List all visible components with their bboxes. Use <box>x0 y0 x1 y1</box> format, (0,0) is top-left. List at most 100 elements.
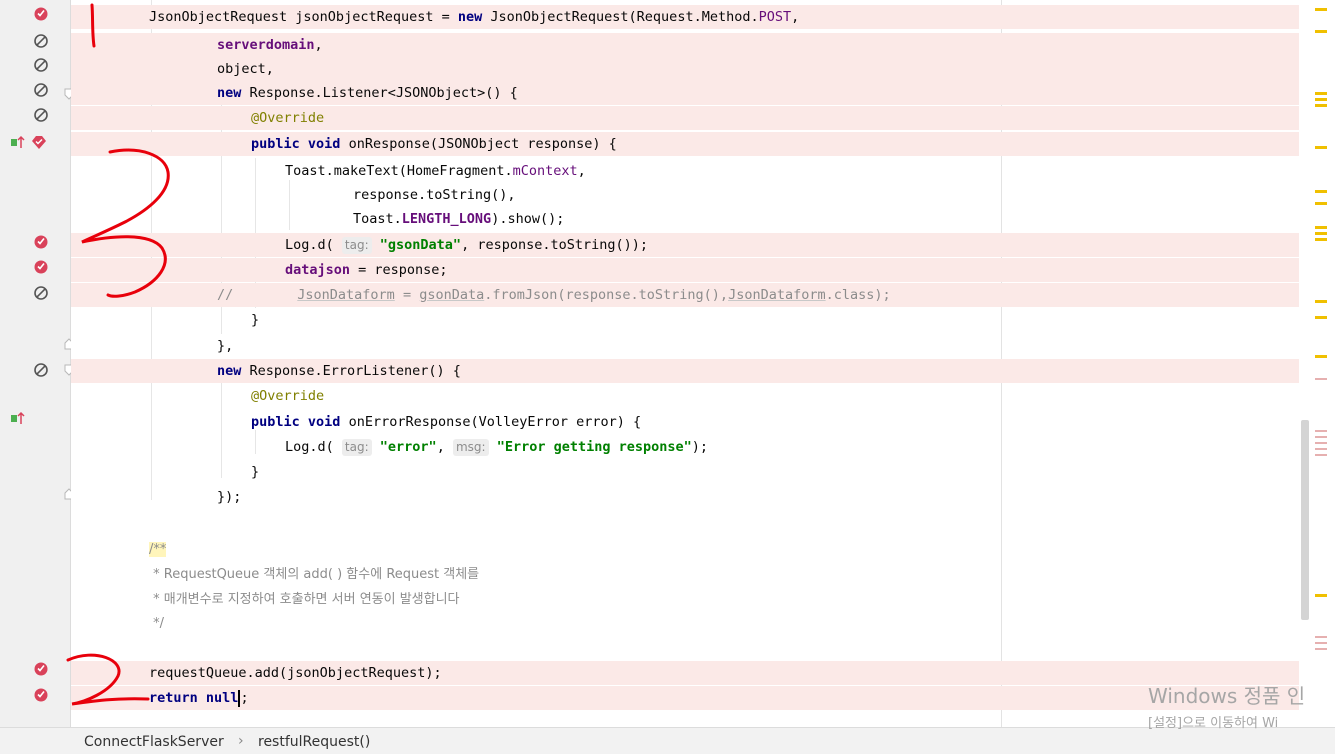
warning-marker[interactable] <box>1315 190 1327 193</box>
code-line-current[interactable]: return null; <box>71 686 1299 710</box>
code-line[interactable]: Log.d( tag: "error", msg: "Error getting… <box>71 435 1299 459</box>
annotation-text: @Override <box>251 110 325 126</box>
code-line[interactable]: Toast.makeText(HomeFragment.mContext, <box>71 159 1299 183</box>
override-up-arrow-icon[interactable] <box>10 410 26 426</box>
warning-marker[interactable] <box>1315 226 1327 229</box>
code-text: ; <box>240 690 249 706</box>
code-line[interactable]: Toast.LENGTH_LONG).show(); <box>71 207 1299 231</box>
code-line[interactable]: }); <box>71 485 1299 509</box>
breakpoint-verified-icon[interactable] <box>33 660 49 676</box>
code-keyword: return <box>149 690 198 706</box>
code-line[interactable]: // JsonDataform = gsonData.fromJson(respo… <box>71 283 1299 307</box>
code-annotation: @Override <box>251 108 324 128</box>
code-text: , <box>314 37 323 53</box>
error-stripe[interactable] <box>1299 0 1335 727</box>
breakpoint-marker[interactable] <box>1315 436 1327 438</box>
breakpoint-disabled-icon[interactable] <box>33 107 49 123</box>
breakpoint-verified-icon[interactable] <box>33 686 49 702</box>
code-line[interactable]: */ <box>71 612 1299 636</box>
parameter-hint: tag: <box>341 439 372 456</box>
activation-watermark-title: Windows 정품 인 <box>1148 684 1306 708</box>
breakpoint-marker[interactable] <box>1315 378 1327 380</box>
doc-comment: * 매개변수로 지정하여 호출하면 서버 연동이 발생합니다 <box>149 592 460 607</box>
code-line[interactable]: public void onErrorResponse(VolleyError … <box>71 410 1299 434</box>
code-keyword: public <box>251 136 300 152</box>
code-text: Response.Listener<JSONObject>() { <box>241 85 518 101</box>
code-line[interactable]: Log.d( tag: "gsonData", response.toStrin… <box>71 233 1299 257</box>
code-text: response.toString(), <box>353 187 516 203</box>
comment-text: gsonData <box>419 287 485 303</box>
parameter-hint: tag: <box>341 237 372 254</box>
code-field: serverdomain <box>217 37 315 53</box>
warning-marker[interactable] <box>1315 238 1327 241</box>
code-line[interactable]: requestQueue.add(jsonObjectRequest); <box>71 661 1299 685</box>
method-breakpoint-icon[interactable] <box>31 134 47 150</box>
code-line[interactable]: response.toString(), <box>71 183 1299 207</box>
warning-marker[interactable] <box>1315 202 1327 205</box>
code-text: }); <box>217 489 242 505</box>
scrollbar-thumb[interactable] <box>1301 420 1309 620</box>
code-line[interactable]: /** <box>71 537 1299 561</box>
breakpoint-marker[interactable] <box>1315 448 1327 450</box>
code-text: ); <box>691 439 709 455</box>
code-text: , <box>436 439 453 455</box>
code-line[interactable]: @Override <box>71 384 1299 408</box>
code-line[interactable]: @Override <box>71 106 1299 130</box>
override-up-arrow-icon[interactable] <box>10 134 26 150</box>
breakpoint-marker[interactable] <box>1315 442 1327 444</box>
breakpoint-verified-icon[interactable] <box>33 5 49 21</box>
warning-marker[interactable] <box>1315 104 1327 107</box>
breakpoint-marker[interactable] <box>1315 648 1327 650</box>
breadcrumb: ConnectFlaskServer › restfulRequest() <box>0 727 1335 754</box>
warning-marker[interactable] <box>1315 232 1327 235</box>
code-line[interactable]: JsonObjectRequest jsonObjectRequest = ne… <box>71 5 1299 29</box>
code-line[interactable]: new Response.Listener<JSONObject>() { <box>71 81 1299 105</box>
code-line[interactable]: object, <box>71 57 1299 81</box>
code-text: } <box>251 312 260 328</box>
code-keyword: public <box>251 414 300 430</box>
code-text: requestQueue.add(jsonObjectRequest); <box>149 665 442 681</box>
warning-marker[interactable] <box>1315 30 1327 33</box>
code-line[interactable]: public void onResponse(JSONObject respon… <box>71 132 1299 156</box>
code-keyword: new <box>217 85 242 101</box>
code-text: Log.d( <box>285 439 334 455</box>
code-line[interactable]: * 매개변수로 지정하여 호출하면 서버 연동이 발생합니다 <box>71 588 1299 612</box>
warning-marker[interactable] <box>1315 594 1327 597</box>
breakpoint-marker[interactable] <box>1315 636 1327 638</box>
breakpoint-disabled-icon[interactable] <box>33 82 49 98</box>
code-text: JsonObjectRequest(Request.Method. <box>482 9 759 25</box>
code-editor[interactable]: JsonObjectRequest jsonObjectRequest = ne… <box>71 0 1299 727</box>
code-line[interactable]: }, <box>71 334 1299 358</box>
warning-marker[interactable] <box>1315 300 1327 303</box>
breakpoint-disabled-icon[interactable] <box>33 285 49 301</box>
breakpoint-marker[interactable] <box>1315 454 1327 456</box>
warning-marker[interactable] <box>1315 8 1327 11</box>
warning-marker[interactable] <box>1315 355 1327 358</box>
warning-marker[interactable] <box>1315 146 1327 149</box>
code-line[interactable]: } <box>71 460 1299 484</box>
warning-marker[interactable] <box>1315 316 1327 319</box>
breakpoint-disabled-icon[interactable] <box>33 33 49 49</box>
code-line[interactable]: new Response.ErrorListener() { <box>71 359 1299 383</box>
code-constant: LENGTH_LONG <box>401 211 492 227</box>
code-line[interactable]: } <box>71 308 1299 332</box>
warning-marker[interactable] <box>1315 92 1327 95</box>
editor-gutter[interactable] <box>0 0 74 727</box>
breakpoint-disabled-icon[interactable] <box>33 362 49 378</box>
code-text: onErrorResponse(VolleyError error) { <box>340 414 642 430</box>
breadcrumb-item-class[interactable]: ConnectFlaskServer <box>84 734 224 750</box>
code-line[interactable]: serverdomain, <box>71 33 1299 57</box>
code-text: }, <box>217 338 234 354</box>
breakpoint-verified-icon[interactable] <box>33 258 49 274</box>
breakpoint-marker[interactable] <box>1315 430 1327 432</box>
breadcrumb-item-method[interactable]: restfulRequest() <box>258 734 370 750</box>
comment-text: JsonDataform <box>297 287 395 303</box>
warning-marker[interactable] <box>1315 98 1327 101</box>
code-text: = response; <box>350 262 448 278</box>
code-line[interactable]: datajson = response; <box>71 258 1299 282</box>
breakpoint-disabled-icon[interactable] <box>33 57 49 73</box>
code-text: Response.ErrorListener() { <box>241 363 461 379</box>
code-line[interactable]: * RequestQueue 객체의 add( ) 함수에 Request 객체… <box>71 563 1299 587</box>
breakpoint-verified-icon[interactable] <box>33 233 49 249</box>
breakpoint-marker[interactable] <box>1315 642 1327 644</box>
